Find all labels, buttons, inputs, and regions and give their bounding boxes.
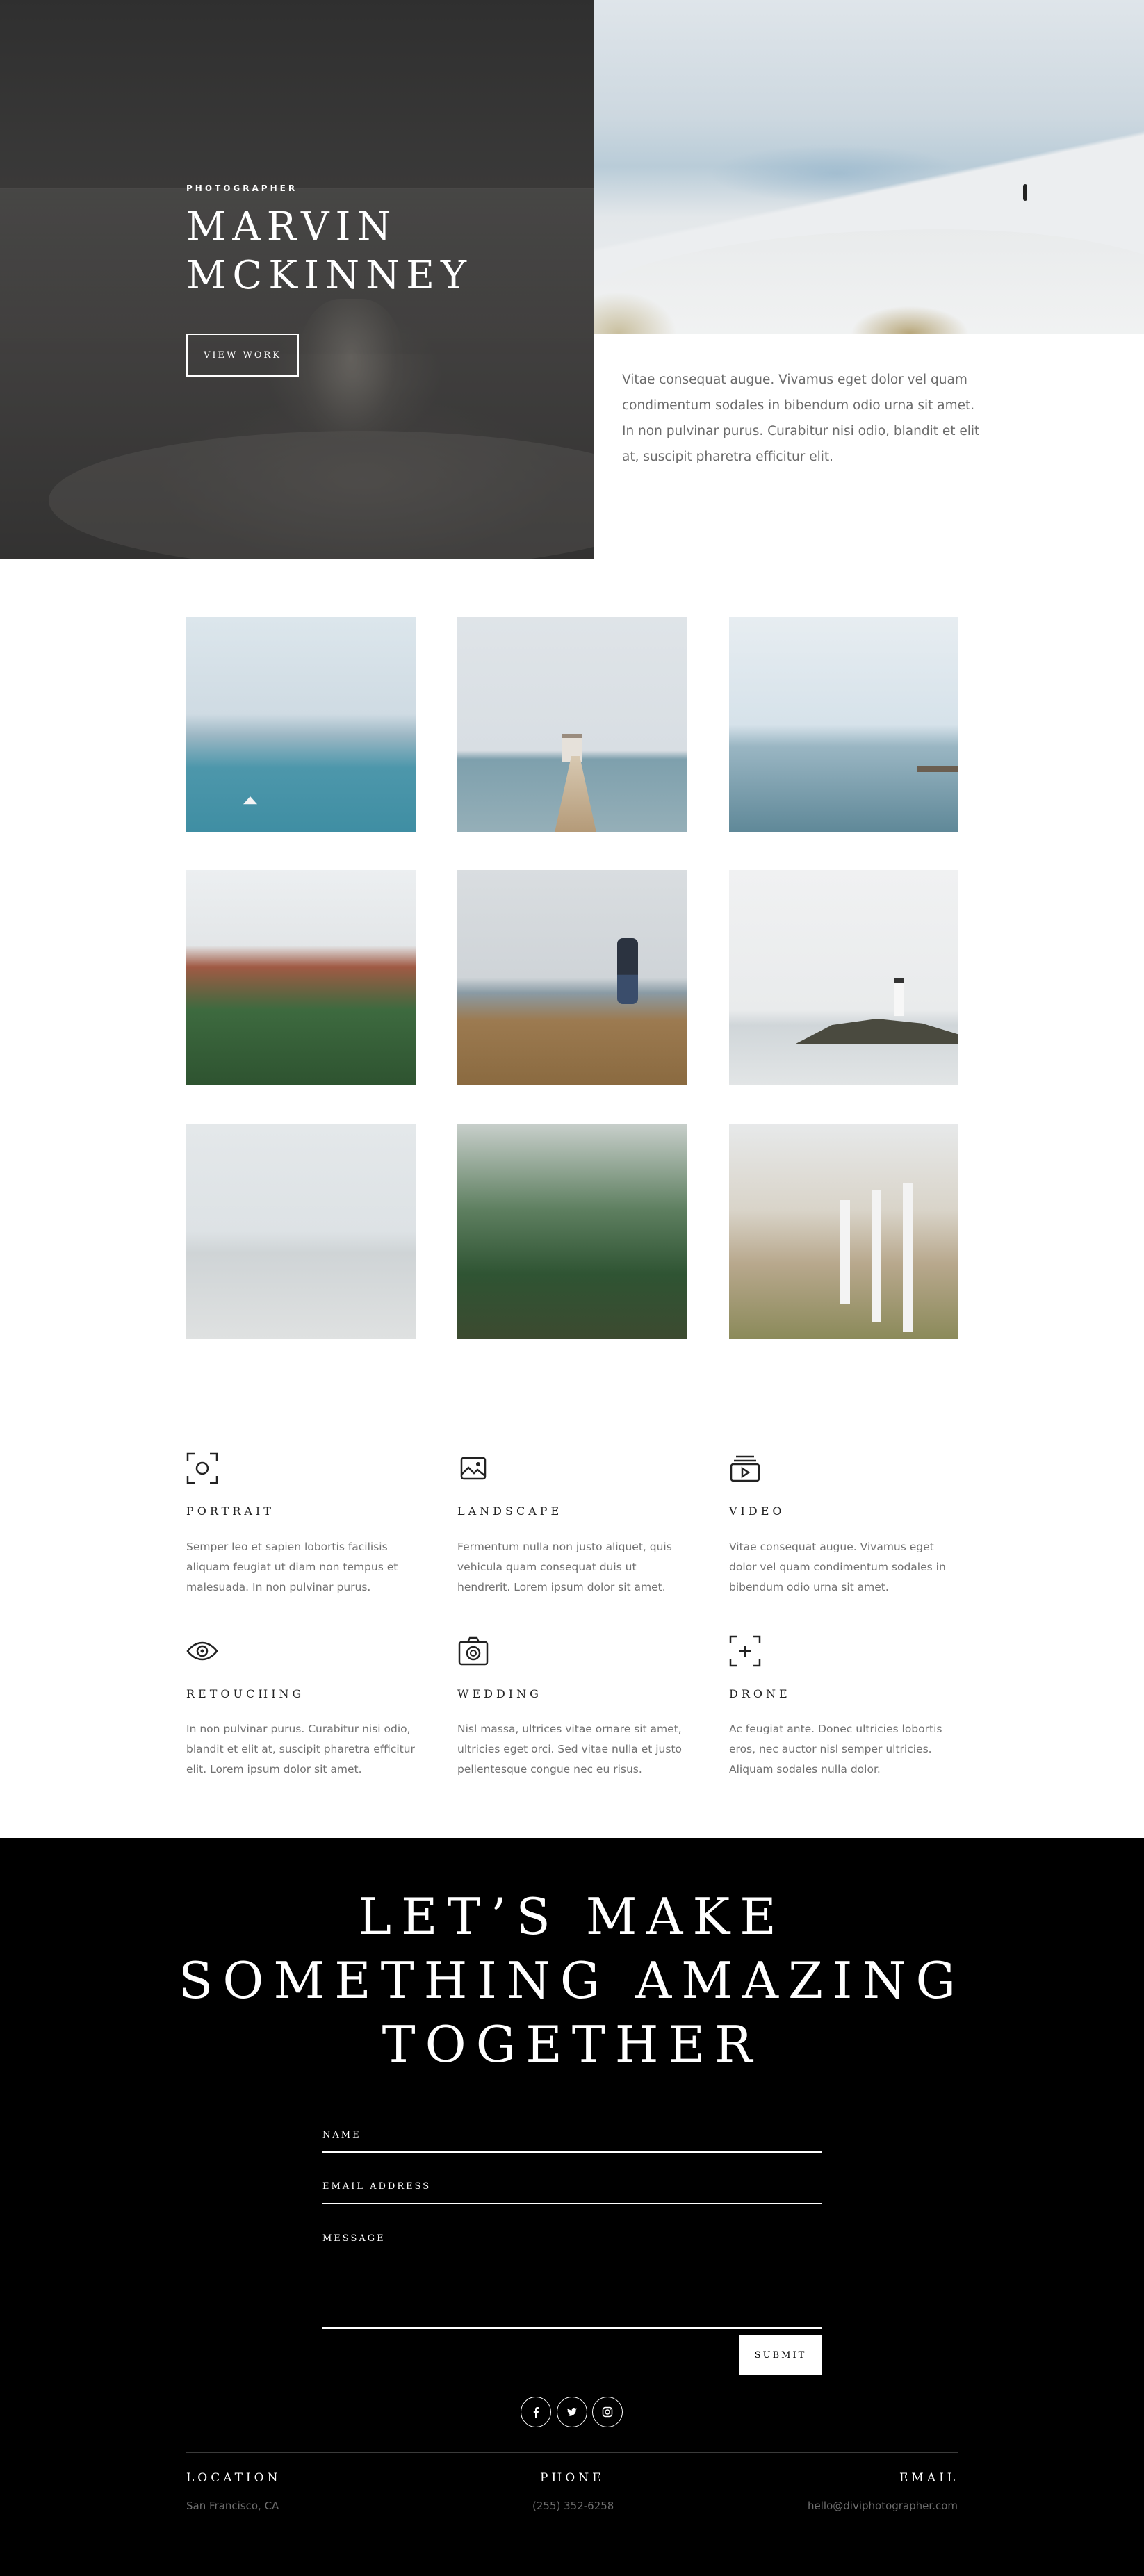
email-value[interactable]: hello@diviphotographer.com xyxy=(803,2500,958,2512)
message-field[interactable] xyxy=(322,2327,822,2329)
email-field[interactable] xyxy=(322,2203,822,2204)
gallery-image-lighthouse[interactable] xyxy=(729,870,958,1085)
gallery-image-sea-boat[interactable] xyxy=(186,617,416,832)
phone-value[interactable]: (255) 352-6258 xyxy=(532,2500,614,2512)
video-icon xyxy=(730,1455,760,1482)
contact-heading-line2: SOMETHING AMAZING xyxy=(179,1951,965,2010)
name-field[interactable] xyxy=(322,2151,822,2153)
hero-title-line2: MCKINNEY xyxy=(186,253,473,298)
service-text: Ac feugiat ante. Donec ultricies loborti… xyxy=(729,1723,942,1775)
grass-shape xyxy=(594,292,677,334)
gallery-image-calm-sea[interactable] xyxy=(729,617,958,832)
facebook-glyph-icon xyxy=(533,2407,539,2418)
gallery-image-pier[interactable] xyxy=(457,617,687,832)
twitter-icon[interactable] xyxy=(557,2397,587,2427)
rock-shape xyxy=(796,1019,958,1044)
contact-heading-line1: LET’S MAKE xyxy=(358,1887,786,1946)
hero-eyebrow: PHOTOGRAPHER xyxy=(186,183,298,193)
jetty-shape xyxy=(917,766,958,772)
service-title: LANDSCAPE xyxy=(457,1504,563,1518)
gallery-image-path[interactable] xyxy=(729,1124,958,1339)
camera-icon xyxy=(458,1636,489,1666)
service-title: PORTRAIT xyxy=(186,1504,275,1518)
name-field-label: NAME xyxy=(322,2130,361,2140)
phone-label: PHONE xyxy=(540,2471,605,2485)
sailboat-shape xyxy=(243,796,257,805)
hero-section: PHOTOGRAPHER MARVIN MCKINNEY VIEW WORK V… xyxy=(0,0,1144,559)
service-title: WEDDING xyxy=(457,1687,542,1700)
service-title: RETOUCHING xyxy=(186,1687,305,1700)
lighthouse-shape xyxy=(894,978,904,1016)
hiker-silhouette xyxy=(617,938,638,1004)
view-work-button[interactable]: VIEW WORK xyxy=(186,334,299,377)
service-text: In non pulvinar purus. Curabitur nisi od… xyxy=(186,1723,415,1775)
gallery-image-hiker[interactable] xyxy=(457,870,687,1085)
email-field-label: EMAIL ADDRESS xyxy=(322,2181,432,2192)
contact-heading-line3: TOGETHER xyxy=(382,2015,762,2074)
service-text: Vitae consequat augue. Vivamus eget dolo… xyxy=(729,1541,946,1593)
pier-shape xyxy=(555,756,596,832)
contact-heading: LET’S MAKE SOMETHING AMAZING TOGETHER xyxy=(0,1885,1144,2076)
eye-icon xyxy=(186,1641,218,1661)
email-label: EMAIL xyxy=(899,2471,959,2485)
landscape-icon xyxy=(460,1457,487,1480)
service-text: Nisl massa, ultrices vitae ornare sit am… xyxy=(457,1723,683,1775)
service-text: Semper leo et sapien lobortis facilisis … xyxy=(186,1541,398,1593)
fence-post xyxy=(840,1200,850,1304)
service-title: DRONE xyxy=(729,1687,791,1700)
grass-shape xyxy=(851,306,969,334)
gallery-image-forest[interactable] xyxy=(457,1124,687,1339)
fence-post xyxy=(872,1190,881,1322)
gallery-image-snow[interactable] xyxy=(186,1124,416,1339)
location-value: San Francisco, CA xyxy=(186,2500,279,2512)
message-field-label: MESSAGE xyxy=(322,2233,386,2244)
instagram-glyph-icon xyxy=(602,2406,613,2418)
hero-desert-image xyxy=(594,0,1144,334)
submit-button[interactable]: SUBMIT xyxy=(739,2335,822,2375)
gallery-image-red-rocks[interactable] xyxy=(186,870,416,1085)
person-silhouette xyxy=(1023,184,1027,201)
facebook-icon[interactable] xyxy=(521,2397,551,2427)
hero-title: MARVIN MCKINNEY xyxy=(186,203,548,300)
crosshair-icon xyxy=(729,1635,761,1667)
fence-post xyxy=(903,1183,913,1332)
service-text: Fermentum nulla non justo aliquet, quis … xyxy=(457,1541,672,1593)
portrait-icon xyxy=(186,1452,218,1484)
hero-title-line1: MARVIN xyxy=(186,204,398,249)
hero-intro-text: Vitae consequat augue. Vivamus eget dolo… xyxy=(622,372,980,464)
service-title: VIDEO xyxy=(729,1504,785,1518)
location-label: LOCATION xyxy=(186,2471,281,2485)
footer-divider xyxy=(186,2452,958,2453)
instagram-icon[interactable] xyxy=(592,2397,623,2427)
twitter-glyph-icon xyxy=(567,2408,577,2416)
